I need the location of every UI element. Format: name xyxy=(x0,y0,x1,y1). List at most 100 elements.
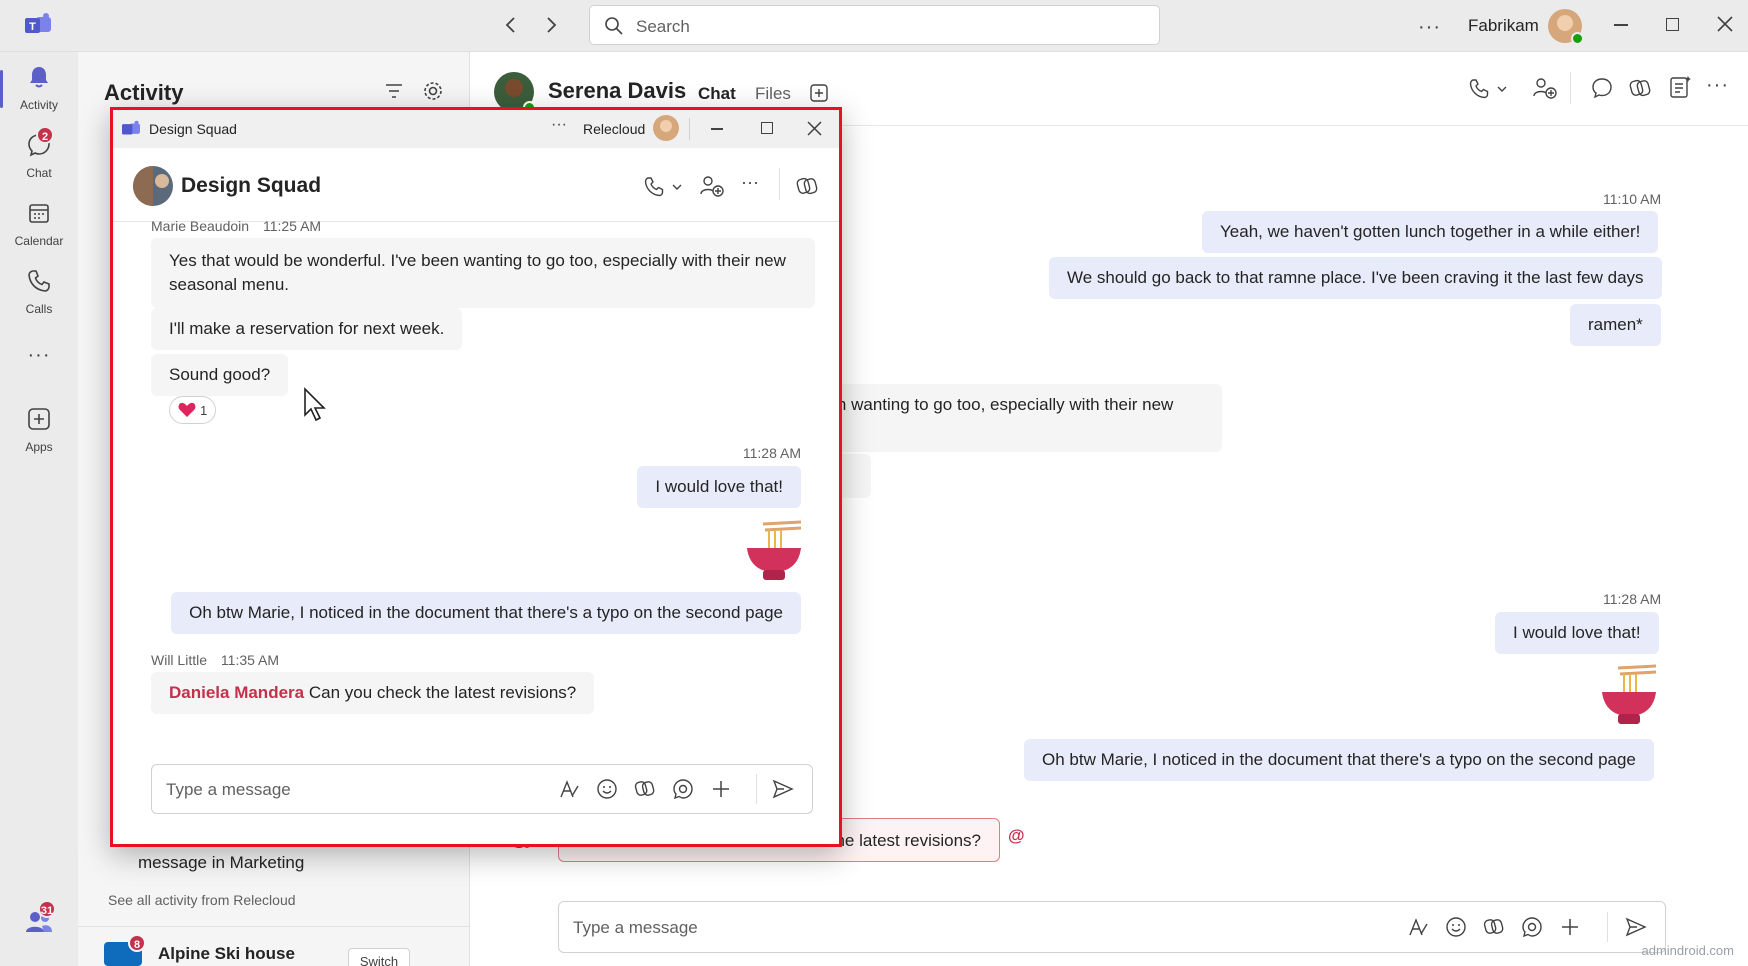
back-arrow-icon[interactable] xyxy=(500,14,522,36)
popup-tenant: Relecloud xyxy=(583,121,646,137)
other-message[interactable]: een wanting to go too, especially with t… xyxy=(800,384,1222,452)
my-message[interactable]: I would love that! xyxy=(1495,612,1659,654)
more-options-icon[interactable]: ··· xyxy=(741,172,759,193)
other-message[interactable]: Sound good? xyxy=(151,354,289,396)
message-timestamp: 11:25 AM xyxy=(262,218,322,234)
minimize-icon[interactable] xyxy=(1614,24,1628,26)
more-options-icon[interactable]: ··· xyxy=(1418,16,1441,39)
org-name: Fabrikam xyxy=(1468,16,1539,35)
heart-reaction[interactable]: 1 xyxy=(169,396,217,424)
popup-window-title: Design Squad xyxy=(149,121,237,137)
tab-files[interactable]: Files xyxy=(755,84,791,104)
tenant-name: Alpine Ski house xyxy=(158,944,295,963)
bell-icon xyxy=(30,67,48,88)
add-tab-icon[interactable] xyxy=(810,84,828,107)
chat-bubble-icon[interactable] xyxy=(1590,76,1614,105)
other-message[interactable]: Daniela Mandera Can you check the latest… xyxy=(151,672,595,714)
loop-icon[interactable] xyxy=(672,778,694,805)
divider xyxy=(689,118,690,140)
forward-arrow-icon[interactable] xyxy=(540,14,562,36)
loop-icon[interactable] xyxy=(1521,916,1543,943)
divider xyxy=(78,926,470,927)
more-options-icon[interactable]: ··· xyxy=(551,116,567,134)
tenant-badge: 8 xyxy=(128,934,146,952)
divider xyxy=(1570,72,1571,104)
close-icon[interactable] xyxy=(807,121,822,141)
contact-name: Serena Davis xyxy=(548,78,687,103)
other-message[interactable]: Yes that would be wonderful. I've been w… xyxy=(151,238,815,308)
divider xyxy=(779,168,780,200)
copilot-icon[interactable] xyxy=(1483,916,1505,943)
profile-avatar[interactable] xyxy=(1548,9,1584,45)
rail-item-activity[interactable]: Activity xyxy=(0,64,78,112)
minimize-icon[interactable] xyxy=(711,128,723,130)
maximize-icon[interactable] xyxy=(1666,18,1679,31)
settings-gear-icon[interactable] xyxy=(422,80,444,107)
rail-item-chat[interactable]: Chat 2 xyxy=(0,126,78,180)
svg-text:T: T xyxy=(29,21,36,33)
profile-avatar[interactable] xyxy=(653,115,679,141)
emoji-icon[interactable] xyxy=(1445,916,1467,943)
message-timestamp: 11:35 AM xyxy=(220,652,280,668)
ramen-bowl-emoji xyxy=(745,520,803,589)
reaction-count: 1 xyxy=(200,402,208,418)
ramen-bowl-emoji xyxy=(1600,664,1658,733)
emoji-icon[interactable] xyxy=(596,778,618,805)
sender-name: Will Little xyxy=(151,652,208,668)
search-placeholder: Search xyxy=(636,17,690,36)
format-icon[interactable] xyxy=(558,778,580,805)
my-message[interactable]: I would love that! xyxy=(637,466,801,508)
teams-logo-icon xyxy=(121,120,141,143)
message-timestamp: 11:10 AM xyxy=(1603,191,1662,207)
copilot-icon[interactable] xyxy=(1628,76,1652,105)
tab-chat[interactable]: Chat xyxy=(698,84,736,104)
calendar-icon xyxy=(29,204,49,223)
my-message[interactable]: ramen* xyxy=(1570,304,1661,346)
add-icon[interactable] xyxy=(710,778,732,805)
popup-message-composer[interactable]: Type a message xyxy=(151,764,813,814)
my-message[interactable]: Oh btw Marie, I noticed in the document … xyxy=(1024,739,1654,781)
sender-line: Will Little 11:35 AM xyxy=(151,652,279,668)
people-icon[interactable]: 31 xyxy=(0,900,78,941)
add-icon[interactable] xyxy=(1559,916,1581,943)
contact-avatar[interactable] xyxy=(494,72,536,114)
add-people-icon[interactable] xyxy=(1532,76,1558,105)
call-icon[interactable] xyxy=(643,176,685,203)
mouse-pointer-icon xyxy=(303,387,329,428)
call-icon[interactable] xyxy=(1468,78,1510,105)
my-message[interactable]: Oh btw Marie, I noticed in the document … xyxy=(171,592,801,634)
notes-icon[interactable] xyxy=(1668,74,1692,105)
rail-item-calendar[interactable]: Calendar xyxy=(0,200,78,248)
group-chat-name: Design Squad xyxy=(181,174,322,197)
close-icon[interactable] xyxy=(1716,15,1734,38)
mention-name[interactable]: Daniela Mandera xyxy=(169,683,304,702)
group-avatar[interactable] xyxy=(133,166,173,206)
activity-item-text[interactable]: message in Marketing xyxy=(138,853,304,873)
more-apps-icon[interactable]: ··· xyxy=(0,344,78,367)
my-message[interactable]: Yeah, we haven't gotten lunch together i… xyxy=(1202,211,1659,253)
send-icon[interactable] xyxy=(1625,916,1647,943)
search-input[interactable]: Search xyxy=(589,5,1160,45)
chat-badge: 2 xyxy=(36,126,54,144)
heart-icon xyxy=(178,402,196,417)
see-all-activity-link[interactable]: See all activity from Relecloud xyxy=(108,892,296,908)
format-icon[interactable] xyxy=(1407,916,1429,943)
rail-item-calls[interactable]: Calls xyxy=(0,268,78,316)
main-message-composer[interactable]: Type a message xyxy=(558,901,1666,953)
copilot-icon[interactable] xyxy=(634,778,656,805)
my-message[interactable]: We should go back to that ramne place. I… xyxy=(1049,257,1662,299)
filter-icon[interactable] xyxy=(384,82,404,105)
switch-tenant-button[interactable]: Switch xyxy=(348,948,410,966)
divider xyxy=(756,774,757,804)
add-people-icon[interactable] xyxy=(699,174,725,203)
send-icon[interactable] xyxy=(772,778,794,805)
app-rail: Activity Chat 2 Calendar Calls ··· Apps … xyxy=(0,52,78,966)
divider xyxy=(1607,912,1608,942)
rail-item-apps[interactable]: Apps xyxy=(0,406,78,454)
other-message[interactable]: I'll make a reservation for next week. xyxy=(151,308,463,350)
presence-available-icon xyxy=(1571,32,1584,45)
maximize-icon[interactable] xyxy=(761,122,773,134)
teams-logo-icon: T xyxy=(24,12,52,43)
copilot-icon[interactable] xyxy=(795,174,819,203)
more-options-icon[interactable]: ··· xyxy=(1706,74,1729,97)
